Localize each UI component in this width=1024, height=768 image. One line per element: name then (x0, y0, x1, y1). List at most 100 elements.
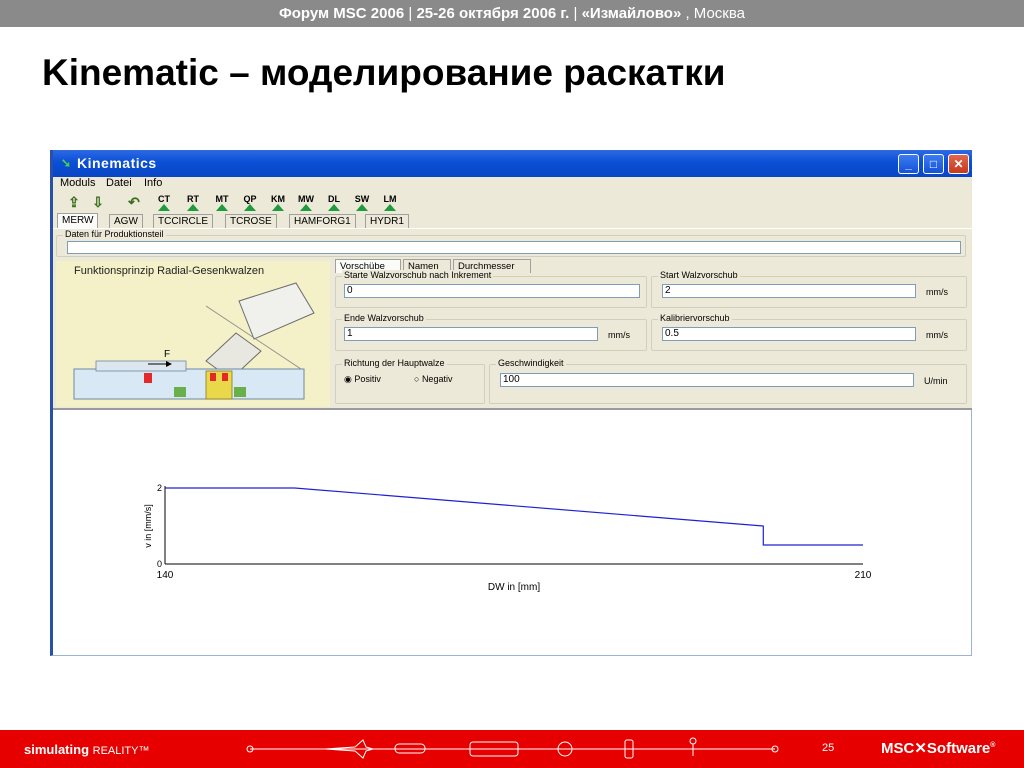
toolbar-label: MW (298, 194, 314, 204)
tagline-simulating: simulating (24, 742, 90, 757)
toolbar-qp-button[interactable]: QP (239, 194, 261, 211)
produktionsteil-input[interactable] (67, 241, 961, 254)
tab-hydr1[interactable]: HYDR1 (365, 214, 409, 228)
toolbar: ⇪ ⇩ ↶ CT RT MT QP KM MW DL SW LM (53, 192, 972, 214)
window-title: Kinematics (77, 155, 157, 171)
produktionsteil-label: Daten für Produktionsteil (63, 229, 166, 239)
forum-venue: «Измайлово» (581, 5, 682, 22)
logo-msc: MSC (881, 740, 915, 757)
merw-panel: Daten für Produktionsteil Funktionsprinz… (53, 228, 972, 408)
tab-hamforg1[interactable]: HAMFORG1 (289, 214, 356, 228)
undo-icon: ↶ (128, 194, 140, 210)
radio-empty-icon: ○ (414, 374, 422, 384)
menu-datei[interactable]: Datei (106, 177, 132, 189)
triangle-icon (158, 204, 170, 211)
window-titlebar[interactable]: ➘ Kinematics _ □ ✕ (53, 150, 972, 177)
undo-button[interactable]: ↶ (123, 194, 145, 211)
forum-name: Форум MSC 2006 (278, 5, 405, 22)
ende-unit: mm/s (608, 330, 630, 340)
ende-input[interactable]: 1 (344, 327, 598, 341)
save-button[interactable]: ⇩ (87, 194, 109, 211)
toolbar-km-button[interactable]: KM (267, 194, 289, 211)
radial-rolling-diagram (73, 282, 315, 400)
series-line (165, 487, 863, 546)
ende-label: Ende Walzvorschub (342, 313, 426, 323)
radio-negativ[interactable]: ○ Negativ (414, 374, 452, 384)
triangle-icon (272, 204, 284, 211)
start-increment-label: Starte Walzvorschub nach Inkrement (342, 270, 494, 280)
start-walz-input[interactable]: 2 (662, 284, 916, 298)
tab-agw[interactable]: AGW (109, 214, 143, 228)
geschw-unit: U/min (924, 376, 948, 386)
page-number: 25 (822, 742, 835, 754)
maximize-icon: □ (929, 157, 938, 171)
forum-dates: 25-26 октября 2006 г. (416, 5, 570, 22)
slide-title: Kinematic – моделирование раскатки (42, 52, 726, 93)
radio-positiv[interactable]: ◉ Positiv (344, 374, 381, 385)
start-walz-group: Start Walzvorschub 2 mm/s (651, 270, 967, 308)
triangle-icon (300, 204, 312, 211)
x-tick-label: 140 (157, 570, 174, 581)
triangle-icon (244, 204, 256, 211)
person-icon (689, 737, 697, 756)
open-button[interactable]: ⇪ (63, 194, 85, 211)
toolbar-mt-button[interactable]: MT (211, 194, 233, 211)
menu-moduls[interactable]: Moduls (60, 177, 95, 189)
y-tick-label: 2 (157, 483, 162, 493)
maximize-button[interactable]: □ (923, 154, 944, 174)
msc-software-logo: MSC✕Software® (881, 739, 995, 757)
produktionsteil-group: Daten für Produktionsteil (56, 229, 966, 257)
minimize-button[interactable]: _ (898, 154, 919, 174)
toolbar-label: KM (271, 194, 285, 204)
triangle-icon (356, 204, 368, 211)
kalibrier-group: Kalibriervorschub 0.5 mm/s (651, 313, 967, 351)
geschw-label: Geschwindigkeit (496, 358, 566, 368)
tab-tcrose[interactable]: TCROSE (225, 214, 277, 228)
kinematics-window: ➘ Kinematics _ □ ✕ Moduls Datei Info ⇪ ⇩… (50, 150, 972, 656)
force-label: F (164, 349, 171, 360)
minimize-icon: _ (905, 157, 912, 171)
toolbar-ct-button[interactable]: CT (153, 194, 175, 211)
toolbar-mw-button[interactable]: MW (295, 194, 317, 211)
triangle-icon (328, 204, 340, 211)
toolbar-sw-button[interactable]: SW (351, 194, 373, 211)
toolbar-label: QP (243, 194, 257, 204)
toolbar-dl-button[interactable]: DL (323, 194, 345, 211)
slide-footer: simulating REALITY™ 25 MSC✕Software® (0, 730, 1024, 768)
geschw-input[interactable]: 100 (500, 373, 914, 387)
triangle-icon (384, 204, 396, 211)
footer-icon-strip (246, 737, 779, 759)
toolbar-lm-button[interactable]: LM (379, 194, 401, 211)
close-button[interactable]: ✕ (948, 154, 969, 174)
radio-positiv-label: Positiv (354, 374, 381, 384)
logo-cross-icon: ✕ (914, 740, 927, 757)
tab-tccircle[interactable]: TCCIRCLE (153, 214, 214, 228)
x-axis-label: DW in [mm] (488, 582, 540, 593)
app-icon: ➘ (61, 156, 72, 170)
toolbar-label: SW (354, 194, 370, 204)
header-separator: | (573, 5, 578, 22)
slide-header-bar: Форум MSC 2006 | 25-26 октября 2006 г. |… (0, 0, 1024, 27)
kalibrier-input[interactable]: 0.5 (662, 327, 916, 341)
close-icon: ✕ (953, 157, 964, 171)
kalibrier-unit: mm/s (926, 330, 948, 340)
menu-bar: Moduls Datei Info (53, 177, 972, 192)
geschwindigkeit-group: Geschwindigkeit 100 U/min (489, 358, 967, 404)
x-tick-label: 210 (855, 570, 872, 581)
kalibrier-label: Kalibriervorschub (658, 313, 732, 323)
toolbar-label: DL (328, 194, 340, 204)
menu-info[interactable]: Info (144, 177, 162, 189)
tab-merw[interactable]: MERW (57, 213, 99, 228)
panel-divider (53, 408, 972, 410)
toolbar-label: MT (215, 194, 229, 204)
illustration-panel: Funktionsprinzip Radial-Gesenkwalzen F (56, 261, 330, 407)
start-increment-group: Starte Walzvorschub nach Inkrement 0 (335, 270, 647, 308)
folder-up-icon: ⇪ (68, 194, 80, 210)
toolbar-label: LM (383, 194, 397, 204)
toolbar-rt-button[interactable]: RT (182, 194, 204, 211)
start-walz-label: Start Walzvorschub (658, 270, 740, 280)
header-separator: | (408, 5, 413, 22)
logo-registered: ® (990, 742, 996, 749)
velocity-chart: 140 210 0 2 DW in [mm] v in [mm/s] (53, 412, 972, 656)
start-increment-input[interactable]: 0 (344, 284, 640, 298)
